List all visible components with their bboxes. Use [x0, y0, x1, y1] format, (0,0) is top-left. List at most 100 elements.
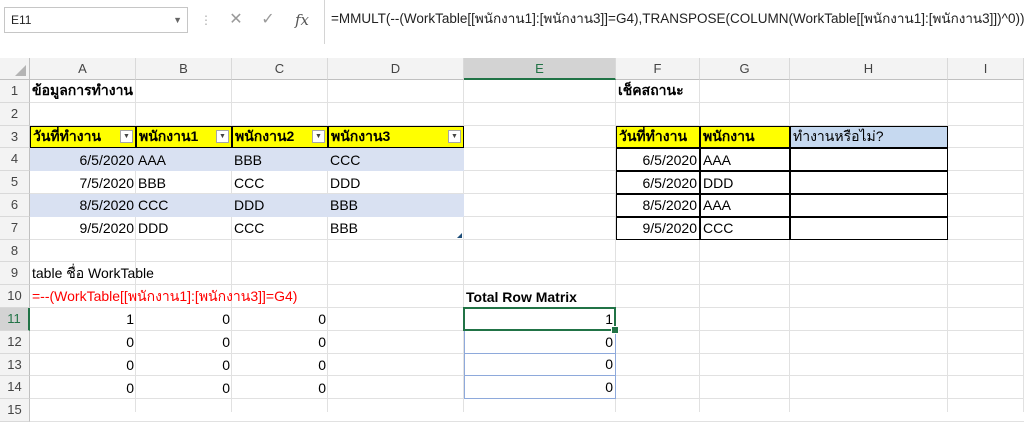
table-resize-handle[interactable]	[457, 232, 462, 238]
filter-dropdown-icon[interactable]: ▼	[120, 129, 133, 143]
matrix-cell-text: 0	[126, 379, 134, 396]
matrix-cell[interactable]: 0	[232, 331, 328, 354]
formula-bar: E11 ▼ ⋮ ✕ ✓ fx =MMULT(--(WorkTable[[พนัก…	[0, 0, 1024, 59]
matrix-cell[interactable]: 0	[136, 308, 232, 331]
work-table-cell[interactable]: 9/5/2020	[30, 217, 136, 240]
work-table-header-2[interactable]: พนักงาน1 ▼	[136, 125, 232, 149]
column-header-a[interactable]: A	[30, 58, 136, 80]
formula-input[interactable]: =MMULT(--(WorkTable[[พนักงาน1]:[พนักงาน3…	[324, 0, 1024, 44]
matrix-formula-text[interactable]: =--(WorkTable[[พนักงาน1]:[พนักงาน3]]=G4)	[30, 285, 464, 308]
cancel-icon[interactable]: ✕	[224, 8, 248, 32]
select-all-button[interactable]	[0, 58, 30, 80]
matrix-cell[interactable]: 0	[232, 376, 328, 399]
work-table-cell[interactable]: DDD	[232, 194, 328, 217]
row-header-2[interactable]: 2	[0, 102, 30, 126]
status-table-cell[interactable]: 6/5/2020	[616, 171, 700, 194]
column-header-h[interactable]: H	[790, 58, 948, 80]
total-row-matrix-cell[interactable]: 0	[464, 376, 616, 400]
filter-dropdown-icon[interactable]: ▼	[448, 129, 461, 143]
status-table-cell[interactable]: AAA	[700, 194, 790, 217]
status-table-cell[interactable]: 8/5/2020	[616, 194, 700, 217]
work-table-cell[interactable]: DDD	[136, 217, 232, 240]
work-table-cell[interactable]: CCC	[328, 148, 464, 172]
work-table-cell-text: CCC	[138, 197, 169, 214]
column-header-f[interactable]: F	[616, 58, 700, 80]
work-table-header-2-text: พนักงาน1	[139, 128, 199, 144]
work-table-cell[interactable]: BBB	[232, 148, 328, 172]
work-table-cell[interactable]: AAA	[136, 148, 232, 172]
work-table-cell[interactable]: BBB	[136, 171, 232, 194]
column-header-e[interactable]: E	[464, 58, 616, 80]
row-header-14[interactable]: 14	[0, 376, 30, 400]
work-table-cell[interactable]: CCC	[232, 171, 328, 194]
table-name-note[interactable]: table ชื่อ WorkTable	[30, 262, 328, 285]
column-header-g[interactable]: G	[700, 58, 790, 80]
matrix-cell-text: 0	[318, 311, 326, 328]
status-header-working[interactable]: ทำงานหรือไม่?	[790, 125, 948, 149]
work-table-cell[interactable]: BBB	[328, 194, 464, 217]
work-table-cell[interactable]: CCC	[136, 194, 232, 217]
work-table-cell-text: BBB	[330, 197, 359, 214]
status-table-cell[interactable]: DDD	[700, 171, 790, 194]
column-header-d[interactable]: D	[328, 58, 464, 80]
matrix-cell[interactable]: 1	[30, 308, 136, 331]
total-row-matrix-cell[interactable]: 0	[464, 330, 616, 354]
matrix-cell[interactable]: 0	[232, 308, 328, 331]
matrix-cell[interactable]: 0	[136, 376, 232, 399]
status-table-cell[interactable]	[790, 194, 948, 217]
fill-handle[interactable]	[611, 325, 619, 334]
work-table-header-3[interactable]: พนักงาน2 ▼	[232, 125, 328, 149]
row-header-3[interactable]: 3	[0, 125, 30, 149]
status-table-cell[interactable]	[790, 171, 948, 194]
row-header-10[interactable]: 10	[0, 285, 30, 308]
column-header-c[interactable]: C	[232, 58, 328, 80]
row-header-6[interactable]: 6	[0, 194, 30, 217]
matrix-cell[interactable]: 0	[232, 354, 328, 377]
work-table-cell[interactable]: 8/5/2020	[30, 194, 136, 217]
status-check-title[interactable]: เช็คสถานะ	[616, 80, 790, 103]
work-table-cell[interactable]: 6/5/2020	[30, 148, 136, 172]
filter-dropdown-icon[interactable]: ▼	[216, 129, 229, 143]
work-table-cell[interactable]: CCC	[232, 217, 328, 240]
status-table-cell[interactable]: CCC	[700, 216, 790, 240]
status-table-cell[interactable]: AAA	[700, 148, 790, 172]
matrix-cell[interactable]: 0	[30, 331, 136, 354]
row-header-5[interactable]: 5	[0, 171, 30, 194]
row-header-15[interactable]: 15	[0, 399, 30, 422]
work-table-cell[interactable]: DDD	[328, 171, 464, 194]
row-header-8[interactable]: 8	[0, 239, 30, 263]
total-row-matrix-cell-text: 0	[605, 333, 613, 350]
matrix-cell[interactable]: 0	[30, 354, 136, 377]
column-header-b[interactable]: B	[136, 58, 232, 80]
name-box[interactable]: E11 ▼	[4, 7, 188, 33]
status-table-cell[interactable]	[790, 216, 948, 240]
total-row-matrix-cell[interactable]: 0	[464, 353, 616, 377]
status-header-employee[interactable]: พนักงาน	[700, 125, 790, 149]
row-header-12[interactable]: 12	[0, 330, 30, 354]
status-header-date[interactable]: วันที่ทำงาน	[616, 125, 700, 149]
row-header-11[interactable]: 11	[0, 308, 30, 331]
work-table-cell[interactable]: 7/5/2020	[30, 171, 136, 194]
status-table-cell[interactable]	[790, 148, 948, 172]
total-row-matrix-title[interactable]: Total Row Matrix	[464, 285, 616, 308]
enter-icon[interactable]: ✓	[256, 8, 280, 32]
row-header-9[interactable]: 9	[0, 262, 30, 286]
work-table-header-4[interactable]: พนักงาน3 ▼	[328, 125, 464, 149]
insert-function-icon[interactable]: fx	[290, 8, 314, 32]
row-header-7[interactable]: 7	[0, 216, 30, 240]
column-header-i[interactable]: I	[948, 58, 1024, 80]
work-table-cell[interactable]: BBB	[328, 217, 464, 240]
chevron-down-icon[interactable]: ▼	[173, 8, 182, 32]
work-table-header-1[interactable]: วันที่ทำงาน ▼	[30, 125, 136, 149]
work-data-title[interactable]: ข้อมูลการทำงาน	[30, 80, 136, 103]
matrix-cell[interactable]: 0	[136, 331, 232, 354]
status-table-cell[interactable]: 9/5/2020	[616, 216, 700, 240]
matrix-cell[interactable]: 0	[30, 376, 136, 399]
row-header-4[interactable]: 4	[0, 148, 30, 172]
matrix-cell[interactable]: 0	[136, 354, 232, 377]
row-header-13[interactable]: 13	[0, 353, 30, 377]
status-table-cell[interactable]: 6/5/2020	[616, 148, 700, 172]
filter-dropdown-icon[interactable]: ▼	[312, 129, 325, 143]
more-options-icon[interactable]: ⋮	[200, 12, 212, 28]
row-header-1[interactable]: 1	[0, 80, 30, 103]
